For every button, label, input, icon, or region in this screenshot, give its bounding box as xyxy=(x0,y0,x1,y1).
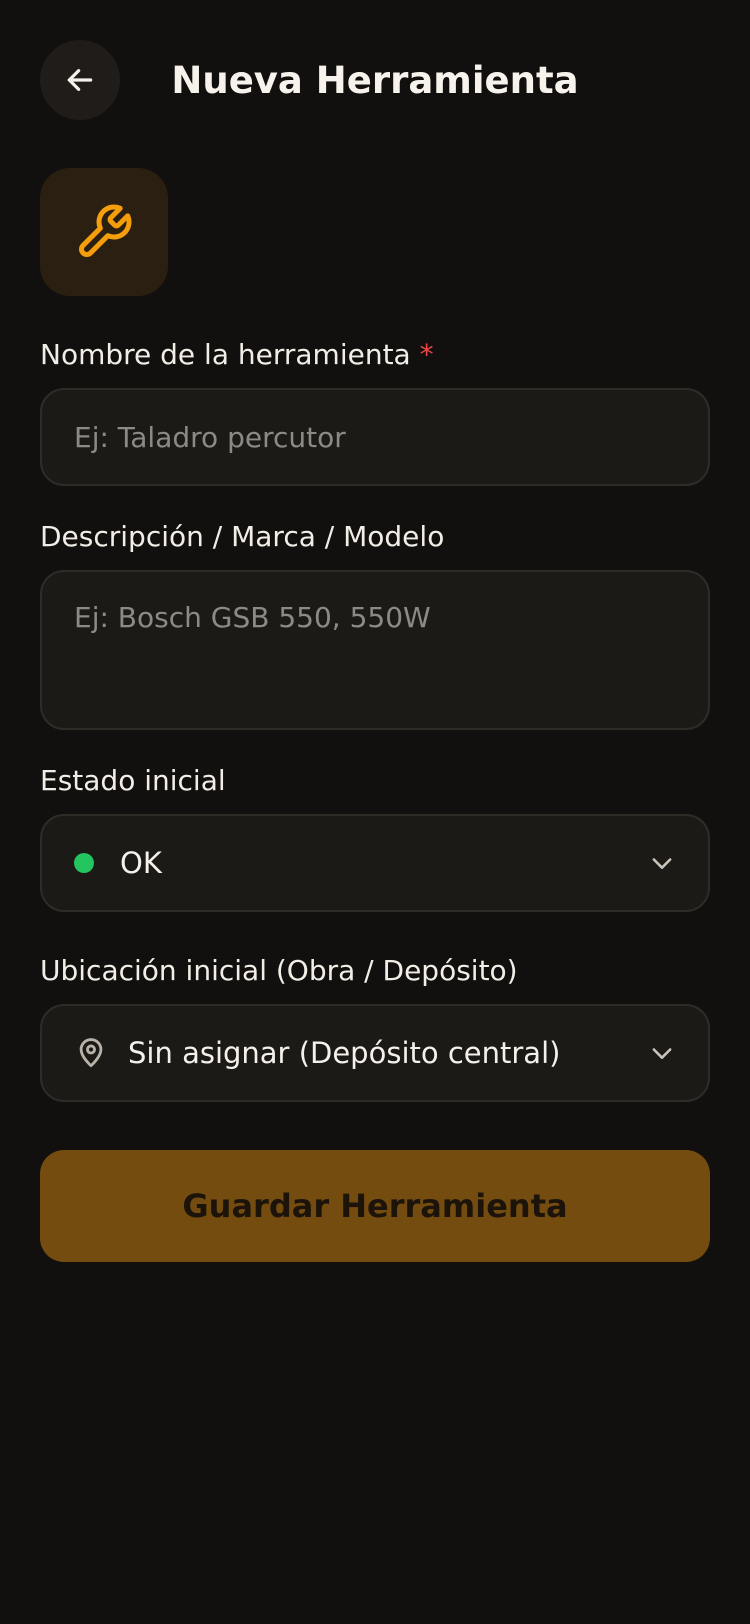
map-pin-icon xyxy=(74,1036,108,1070)
status-dot xyxy=(74,853,94,873)
header: Nueva Herramienta xyxy=(0,0,750,160)
name-input[interactable] xyxy=(42,390,708,484)
location-label: Ubicación inicial (Obra / Depósito) xyxy=(40,954,518,987)
status-value: OK xyxy=(120,846,162,880)
page-title: Nueva Herramienta xyxy=(171,59,579,102)
description-field[interactable] xyxy=(40,570,710,730)
name-label: Nombre de la herramienta * xyxy=(40,337,434,373)
location-value: Sin asignar (Depósito central) xyxy=(128,1036,561,1070)
save-tool-button[interactable]: Guardar Herramienta xyxy=(40,1150,710,1262)
required-mark: * xyxy=(419,338,434,371)
location-select[interactable]: Sin asignar (Depósito central) xyxy=(40,1004,710,1102)
description-label: Descripción / Marca / Modelo xyxy=(40,520,445,553)
name-label-text: Nombre de la herramienta xyxy=(40,338,411,371)
wrench-icon xyxy=(79,204,132,257)
tool-type-icon-box xyxy=(40,168,168,296)
description-input[interactable] xyxy=(42,572,708,726)
chevron-down-icon xyxy=(648,849,676,877)
status-select[interactable]: OK xyxy=(40,814,710,912)
status-label: Estado inicial xyxy=(40,764,226,797)
chevron-down-icon xyxy=(648,1039,676,1067)
name-field[interactable] xyxy=(40,388,710,486)
new-tool-screen: Nueva Herramienta Nombre de la herramien… xyxy=(0,0,750,1624)
